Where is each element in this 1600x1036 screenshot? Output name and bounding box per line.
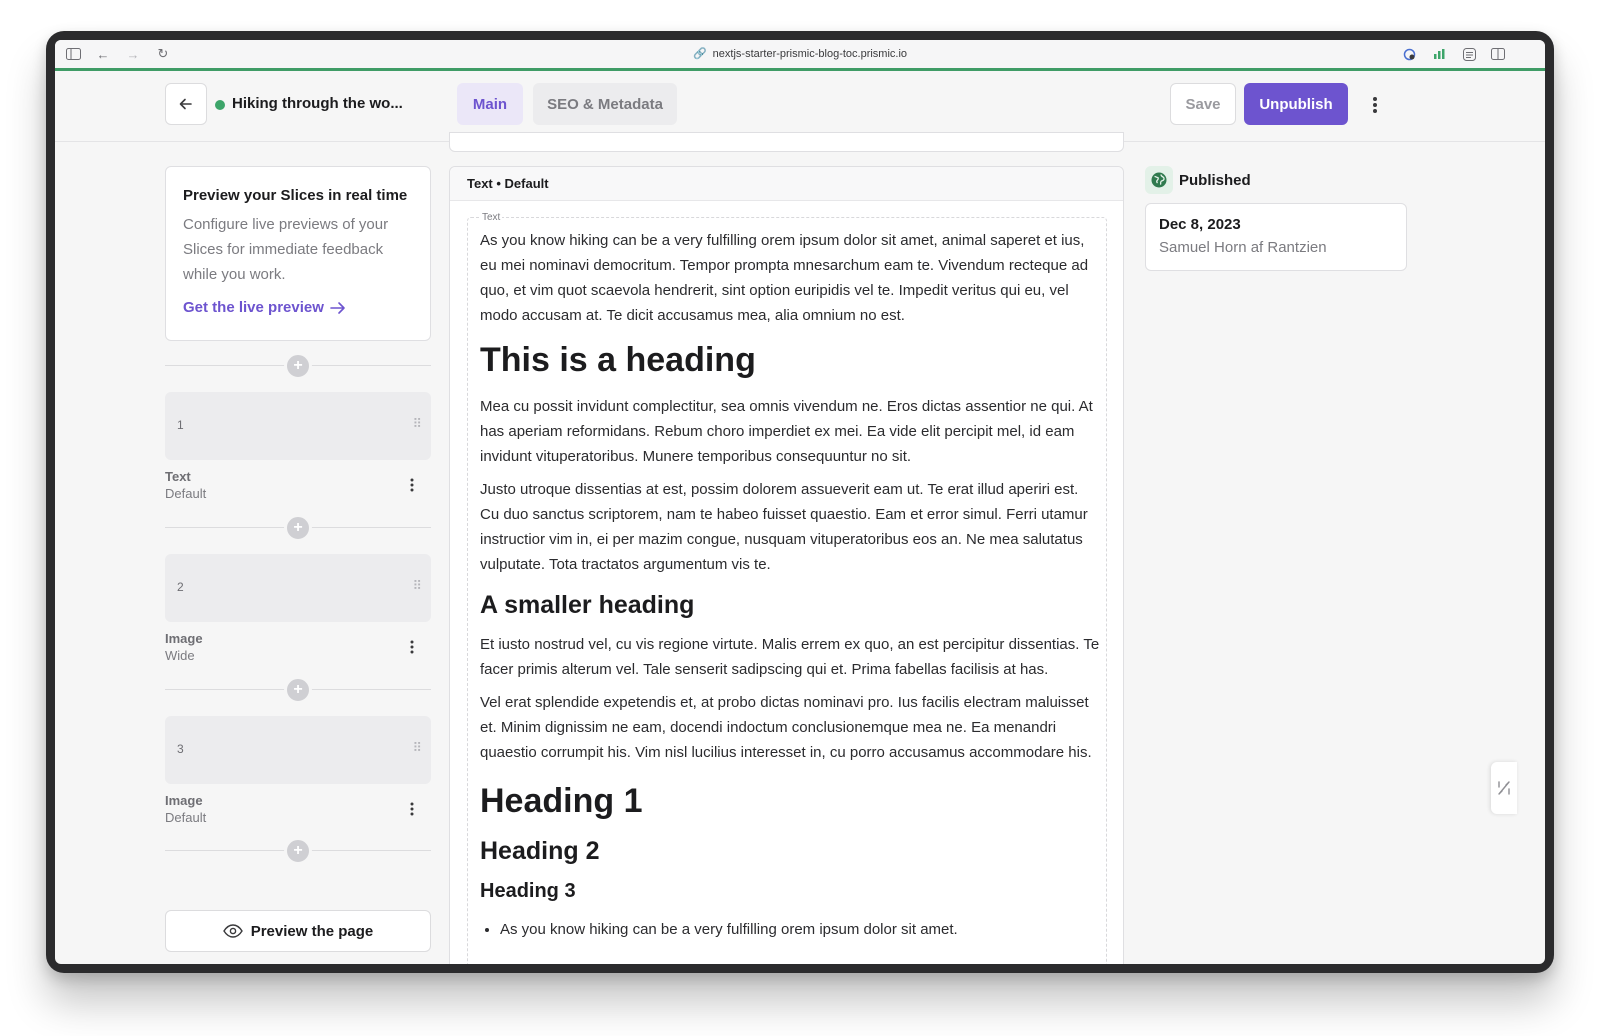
- add-slice-icon[interactable]: +: [284, 352, 312, 380]
- slice-editor: Text • Default Text As you know hiking c…: [449, 132, 1124, 964]
- reader-icon[interactable]: [1461, 46, 1477, 62]
- publication-date: Dec 8, 2023: [1159, 216, 1241, 233]
- publication-card: Dec 8, 2023 Samuel Horn af Rantzien: [1145, 203, 1407, 271]
- preview-page-button[interactable]: Preview the page: [165, 910, 431, 952]
- eye-icon: [222, 924, 243, 938]
- publication-author: Samuel Horn af Rantzien: [1159, 239, 1327, 256]
- paragraph: Et iusto nostrud vel, cu vis regione vir…: [480, 636, 1100, 678]
- drag-handle-icon[interactable]: ⠿: [412, 578, 421, 594]
- list-item: As you know hiking can be a very fulfill…: [500, 917, 1100, 942]
- add-slice-divider: +: [165, 352, 431, 380]
- slice-menu-icon[interactable]: [405, 638, 419, 656]
- slice-variation: Wide: [165, 648, 195, 663]
- stats-icon[interactable]: [1431, 46, 1447, 62]
- browser-back-icon[interactable]: ←: [95, 46, 111, 62]
- heading-2: Heading 2: [480, 837, 600, 865]
- tab-seo-metadata[interactable]: SEO & Metadata: [533, 83, 677, 125]
- add-slice-divider: +: [165, 676, 431, 704]
- slice-type: Text: [165, 469, 191, 484]
- preview-page-label: Preview the page: [250, 922, 374, 940]
- bullet-list: As you know hiking can be a very fulfill…: [500, 917, 1100, 942]
- unpublish-button[interactable]: Unpublish: [1244, 83, 1348, 125]
- globe-icon: [1145, 166, 1173, 194]
- heading-3: Heading 3: [480, 880, 576, 902]
- rich-text-content[interactable]: As you know hiking can be a very fulfill…: [480, 228, 1100, 942]
- arrow-right-icon: [330, 301, 345, 314]
- paragraph: Mea cu possit invidunt complectitur, sea…: [480, 398, 1093, 465]
- drag-handle-icon[interactable]: ⠿: [412, 416, 421, 432]
- paragraph: As you know hiking can be a very fulfill…: [480, 232, 1089, 324]
- toolbar-toggle-icon[interactable]: [1491, 762, 1517, 814]
- more-options-icon[interactable]: [1363, 93, 1387, 117]
- live-preview-card: Preview your Slices in real time Configu…: [165, 166, 431, 341]
- slice-number: 3: [177, 742, 184, 756]
- add-slice-divider: +: [165, 514, 431, 542]
- slice-thumbnail[interactable]: 2 ⠿: [165, 554, 431, 622]
- slice-number: 2: [177, 580, 184, 594]
- add-slice-icon[interactable]: +: [284, 837, 312, 865]
- status-label: Published: [1179, 172, 1251, 189]
- back-button[interactable]: [165, 83, 207, 125]
- browser-window: ← → ↻ 🔗 nextjs-starter-prismic-blog-toc.…: [55, 40, 1545, 964]
- drag-handle-icon[interactable]: ⠿: [412, 740, 421, 756]
- reload-icon[interactable]: ↻: [155, 46, 171, 62]
- live-preview-description: Configure live previews of your Slices f…: [183, 216, 389, 283]
- slice-variation: Default: [165, 810, 207, 825]
- previous-slice-card: [449, 132, 1124, 152]
- browser-toolbar: ← → ↻ 🔗 nextjs-starter-prismic-blog-toc.…: [55, 40, 1545, 68]
- add-slice-divider: +: [165, 837, 431, 865]
- slice-type: Image: [165, 631, 203, 646]
- slice-header: Text • Default: [450, 167, 1123, 201]
- field-label: Text: [480, 212, 503, 223]
- split-view-icon[interactable]: [1490, 46, 1506, 62]
- paragraph: Justo utroque dissentias at est, possim …: [480, 481, 1088, 573]
- save-button[interactable]: Save: [1170, 83, 1236, 125]
- link-icon: 🔗: [692, 48, 707, 60]
- paragraph: Vel erat splendide expetendis et, at pro…: [480, 694, 1092, 761]
- slice-number: 1: [177, 418, 184, 432]
- add-slice-icon[interactable]: +: [284, 676, 312, 704]
- text-slice-card: Text • Default Text As you know hiking c…: [449, 166, 1124, 964]
- heading-1: Heading 1: [480, 782, 643, 820]
- sidebar-toggle-icon[interactable]: [65, 46, 81, 62]
- slice-type: Image: [165, 793, 203, 808]
- live-preview-link[interactable]: Get the live preview: [183, 299, 413, 316]
- slice-menu-icon[interactable]: [405, 476, 419, 494]
- extension-icon[interactable]: [1401, 46, 1417, 62]
- slice-thumbnail[interactable]: 1 ⠿: [165, 392, 431, 460]
- address-bar[interactable]: 🔗 nextjs-starter-prismic-blog-toc.prismi…: [692, 47, 908, 61]
- document-title: Hiking through the wo...: [232, 95, 403, 112]
- browser-forward-icon[interactable]: →: [125, 46, 141, 62]
- add-slice-icon[interactable]: +: [284, 514, 312, 542]
- url-text: nextjs-starter-prismic-blog-toc.prismic.…: [712, 47, 908, 60]
- rich-text-field[interactable]: Text As you know hiking can be a very fu…: [467, 212, 1107, 964]
- tab-main[interactable]: Main: [457, 83, 523, 125]
- slice-variation: Default: [165, 486, 207, 501]
- heading: A smaller heading: [480, 591, 695, 619]
- heading: This is a heading: [480, 341, 756, 379]
- slice-thumbnail[interactable]: 3 ⠿: [165, 716, 431, 784]
- slice-menu-icon[interactable]: [405, 800, 419, 818]
- arrow-left-icon: [179, 98, 192, 110]
- published-status-dot: [215, 100, 225, 110]
- live-preview-link-label: Get the live preview: [183, 299, 324, 316]
- live-preview-title: Preview your Slices in real time: [183, 187, 408, 204]
- device-frame: ← → ↻ 🔗 nextjs-starter-prismic-blog-toc.…: [46, 31, 1554, 973]
